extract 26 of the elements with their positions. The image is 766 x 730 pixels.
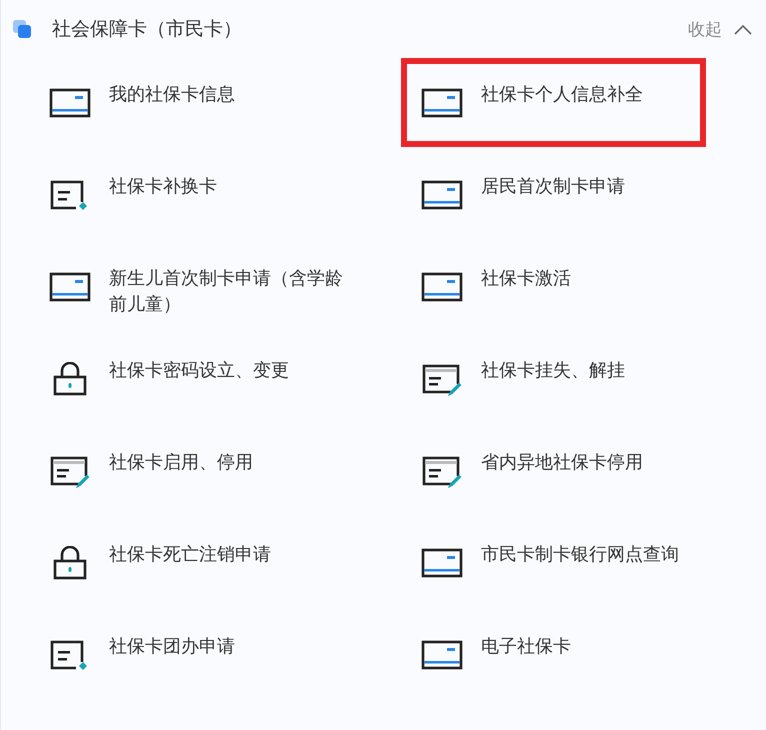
card-edit-icon [49,454,91,488]
card-icon [49,270,91,304]
card-edit-icon [421,454,463,488]
service-item[interactable]: 社保卡补换卡 [29,150,334,239]
service-item[interactable]: 社保卡启用、停用 [29,426,334,515]
section-title: 社会保障卡（市民卡） [52,17,243,42]
card-icon [421,86,463,120]
card-icon [421,178,463,212]
card-icon [421,270,463,304]
card-icon [49,86,91,120]
card-edit-icon [421,362,463,396]
service-item[interactable]: 我的社保卡信息 [29,58,334,147]
service-item[interactable]: 电子社保卡 [401,610,706,699]
service-item[interactable]: 新生儿首次制卡申请（含学龄前儿童） [29,242,374,331]
service-item[interactable]: 社保卡死亡注销申请 [29,518,334,607]
card-icon [421,638,463,672]
service-item[interactable]: 居民首次制卡申请 [401,150,706,239]
service-item[interactable]: 市民卡制卡银行网点查询 [401,518,706,607]
service-item[interactable]: 社保卡密码设立、变更 [29,334,334,423]
service-item[interactable]: 社保卡团办申请 [29,610,334,699]
service-item[interactable]: 省内异地社保卡停用 [401,426,706,515]
card-icon [421,546,463,580]
service-item[interactable]: 社保卡激活 [401,242,706,331]
service-item[interactable]: 社保卡个人信息补全 [401,58,706,147]
service-item[interactable]: 社保卡挂失、解挂 [401,334,706,423]
section-icon [13,20,32,38]
